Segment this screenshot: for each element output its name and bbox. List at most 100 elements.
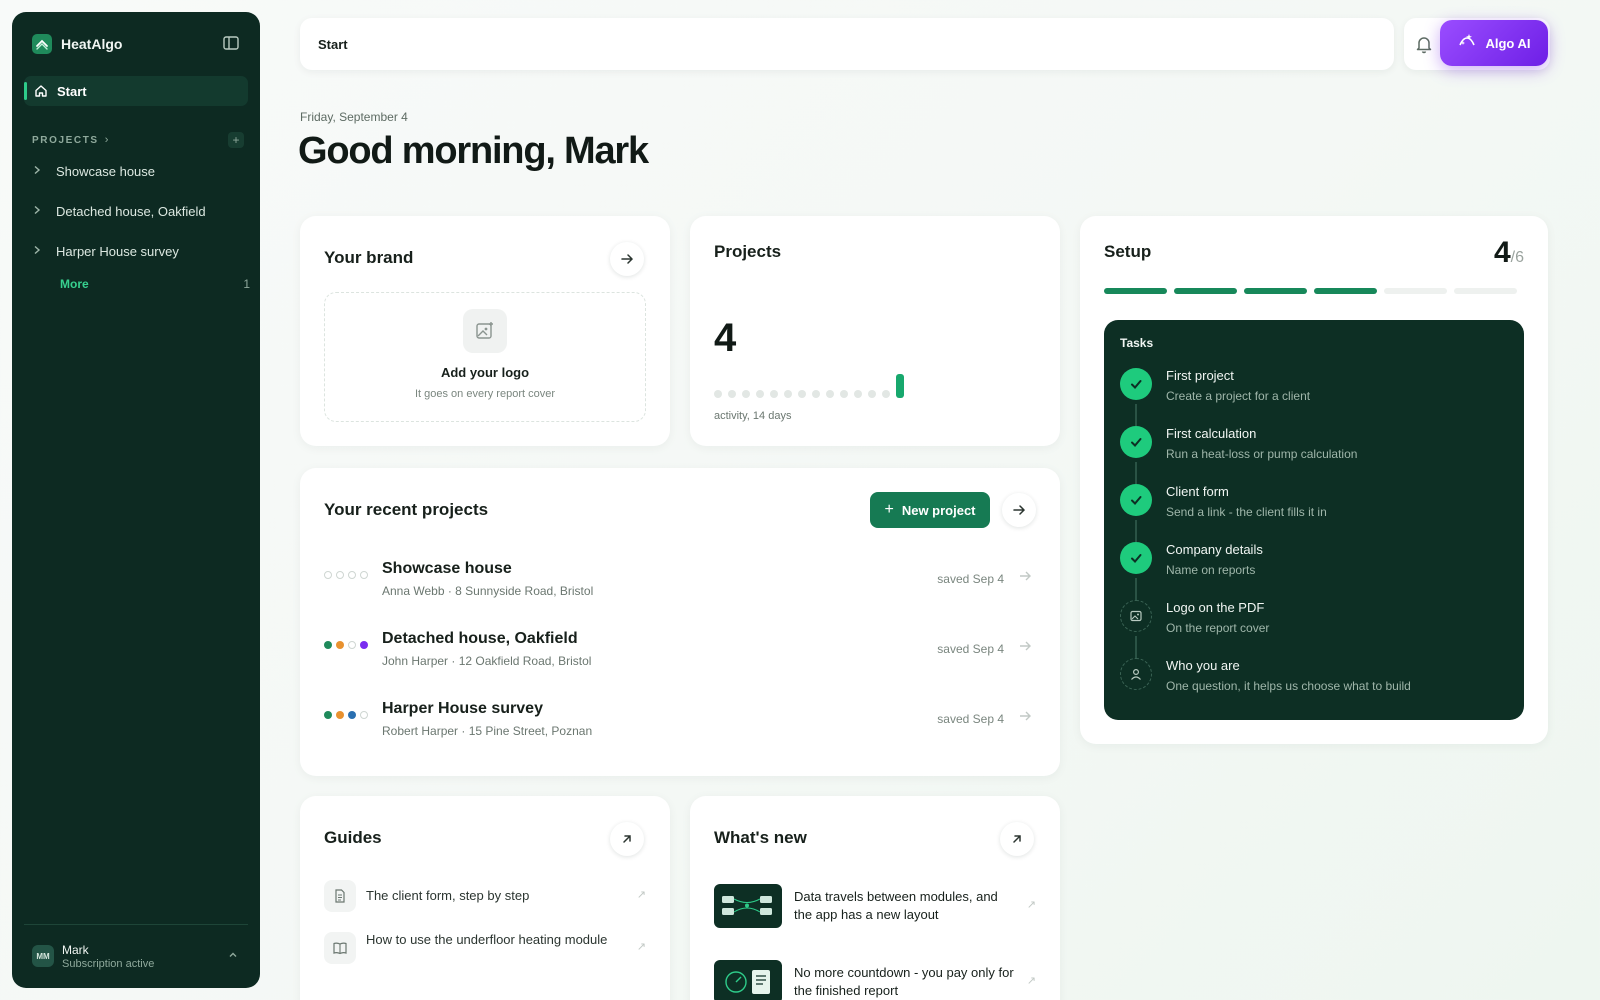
task-item[interactable]: First calculation Run a heat-loss or pump… — [1120, 424, 1510, 484]
guide-item[interactable]: The client form, step by step ↗ — [324, 880, 646, 912]
page-title: Good morning, Mark — [298, 130, 649, 172]
task-item[interactable]: Logo on the PDF On the report cover — [1120, 598, 1510, 658]
project-row[interactable]: Harper House survey Robert Harper · 15 Pi… — [324, 690, 1032, 740]
guides-card: Guides The client form, step by step ↗ H… — [300, 796, 670, 1000]
sidebar-more-link[interactable]: More 1 — [60, 276, 250, 292]
projects-section-header[interactable]: PROJECTS › + — [32, 132, 244, 148]
project-subtitle: John Harper · 12 Oakfield Road, Bristol — [382, 654, 592, 668]
news-item[interactable]: Data travels between modules, and the ap… — [714, 884, 1036, 930]
sidebar-item-start[interactable]: Start — [24, 76, 248, 106]
whats-new-card: What's new Data travels between modules,… — [690, 796, 1060, 1000]
sidebar-project-item[interactable]: Showcase house — [32, 159, 244, 183]
logo-upload-dropzone[interactable]: Add your logo It goes on every report co… — [324, 292, 646, 422]
task-title: First calculation — [1166, 426, 1257, 441]
module-status-dot — [324, 571, 332, 579]
task-connector — [1135, 520, 1137, 542]
chevron-up-icon[interactable] — [228, 950, 238, 963]
module-status — [324, 711, 372, 719]
task-item[interactable]: Company details Name on reports — [1120, 540, 1510, 600]
current-date: Friday, September 4 — [300, 110, 408, 124]
brand-card: Your brand Add your logo It goes on ever… — [300, 216, 670, 446]
document-icon — [324, 880, 356, 912]
external-link-icon: ↗ — [1026, 899, 1036, 911]
task-item[interactable]: Who you are One question, it helps us cho… — [1120, 656, 1510, 700]
project-name: Showcase house — [382, 560, 512, 577]
sidebar-project-label: Showcase house — [56, 163, 156, 179]
sidebar-project-item[interactable]: Detached house, Oakfield — [32, 199, 244, 223]
task-subtitle: One question, it helps us choose what to… — [1166, 679, 1411, 693]
arrow-right-icon[interactable] — [1018, 639, 1032, 656]
setup-progress-count: 4 /6 — [1494, 236, 1524, 270]
saved-timestamp: saved Sep 4 — [937, 642, 1004, 656]
task-title: Company details — [1166, 542, 1263, 557]
activity-bar — [896, 374, 904, 398]
new-project-button[interactable]: + New project — [870, 492, 990, 528]
arrow-right-icon[interactable] — [610, 242, 644, 276]
task-item[interactable]: Client form Send a link - the client fill… — [1120, 482, 1510, 542]
task-item[interactable]: First project Create a project for a clie… — [1120, 366, 1510, 426]
activity-dot — [882, 390, 890, 398]
project-subtitle: Anna Webb · 8 Sunnyside Road, Bristol — [382, 584, 594, 598]
chevron-right-icon[interactable] — [32, 244, 48, 258]
new-project-label: New project — [901, 502, 976, 518]
setup-total-count: /6 — [1510, 249, 1524, 266]
module-status-dot — [336, 641, 344, 649]
module-status-dot — [360, 711, 368, 719]
external-link-icon[interactable] — [610, 822, 644, 856]
activity-dot — [742, 390, 750, 398]
sidebar-project-item[interactable]: Harper House survey — [32, 239, 244, 263]
projects-section-label: PROJECTS — [32, 134, 99, 146]
setup-progress-bar — [1104, 288, 1524, 294]
external-link-icon: ↗ — [636, 889, 646, 901]
module-status — [324, 641, 372, 649]
external-link-icon: ↗ — [636, 941, 646, 953]
module-status-dot — [324, 641, 332, 649]
arrow-right-icon[interactable] — [1018, 569, 1032, 586]
user-icon — [1120, 658, 1152, 690]
add-project-button[interactable]: + — [228, 132, 244, 148]
arrow-right-icon[interactable] — [1018, 709, 1032, 726]
task-title: Who you are — [1166, 658, 1240, 673]
arrow-right-icon[interactable] — [1002, 493, 1036, 527]
user-name: Mark — [62, 942, 89, 957]
task-title: Client form — [1166, 484, 1229, 499]
progress-segment — [1104, 288, 1167, 294]
activity-dot — [854, 390, 862, 398]
saved-timestamp: saved Sep 4 — [937, 712, 1004, 726]
project-row[interactable]: Showcase house Anna Webb · 8 Sunnyside Ro… — [324, 550, 1032, 600]
module-status-dot — [348, 641, 356, 649]
activity-dot — [798, 390, 806, 398]
setup-done-count: 4 — [1493, 236, 1511, 269]
chevron-right-icon[interactable] — [32, 164, 48, 178]
algo-ai-button[interactable]: Algo AI — [1440, 20, 1548, 66]
setup-card: Setup 4 /6 Tasks First project Create a p… — [1080, 216, 1548, 744]
sidebar-toggle-icon[interactable] — [222, 34, 240, 52]
guide-item[interactable]: How to use the underfloor heating module… — [324, 932, 646, 972]
news-thumbnail — [714, 960, 782, 1000]
progress-segment — [1454, 288, 1517, 294]
saved-timestamp: saved Sep 4 — [937, 572, 1004, 586]
chevron-right-icon: › — [104, 134, 109, 146]
news-item[interactable]: No more countdown - you pay only for the… — [714, 960, 1036, 1000]
activity-dot — [868, 390, 876, 398]
card-title: Projects — [714, 242, 782, 261]
bell-icon[interactable] — [1412, 32, 1436, 56]
activity-dot — [756, 390, 764, 398]
projects-card[interactable]: Projects 4 activity, 14 days — [690, 216, 1060, 446]
news-title: Data travels between modules, and the ap… — [794, 889, 998, 922]
progress-segment — [1244, 288, 1307, 294]
image-add-icon — [463, 309, 507, 353]
divider — [24, 924, 248, 925]
check-icon — [1120, 542, 1152, 574]
plus-icon: + — [884, 501, 894, 518]
user-menu[interactable]: MM Mark Subscription active — [32, 940, 244, 972]
external-link-icon: ↗ — [1026, 975, 1036, 987]
external-link-icon[interactable] — [1000, 822, 1034, 856]
chevron-right-icon[interactable] — [32, 204, 48, 218]
check-icon — [1120, 484, 1152, 516]
card-title: Guides — [324, 828, 382, 847]
top-bar: Start — [300, 18, 1394, 70]
check-icon — [1120, 426, 1152, 458]
guide-title: How to use the underfloor heating module — [366, 932, 608, 947]
project-row[interactable]: Detached house, Oakfield John Harper · 12… — [324, 620, 1032, 670]
